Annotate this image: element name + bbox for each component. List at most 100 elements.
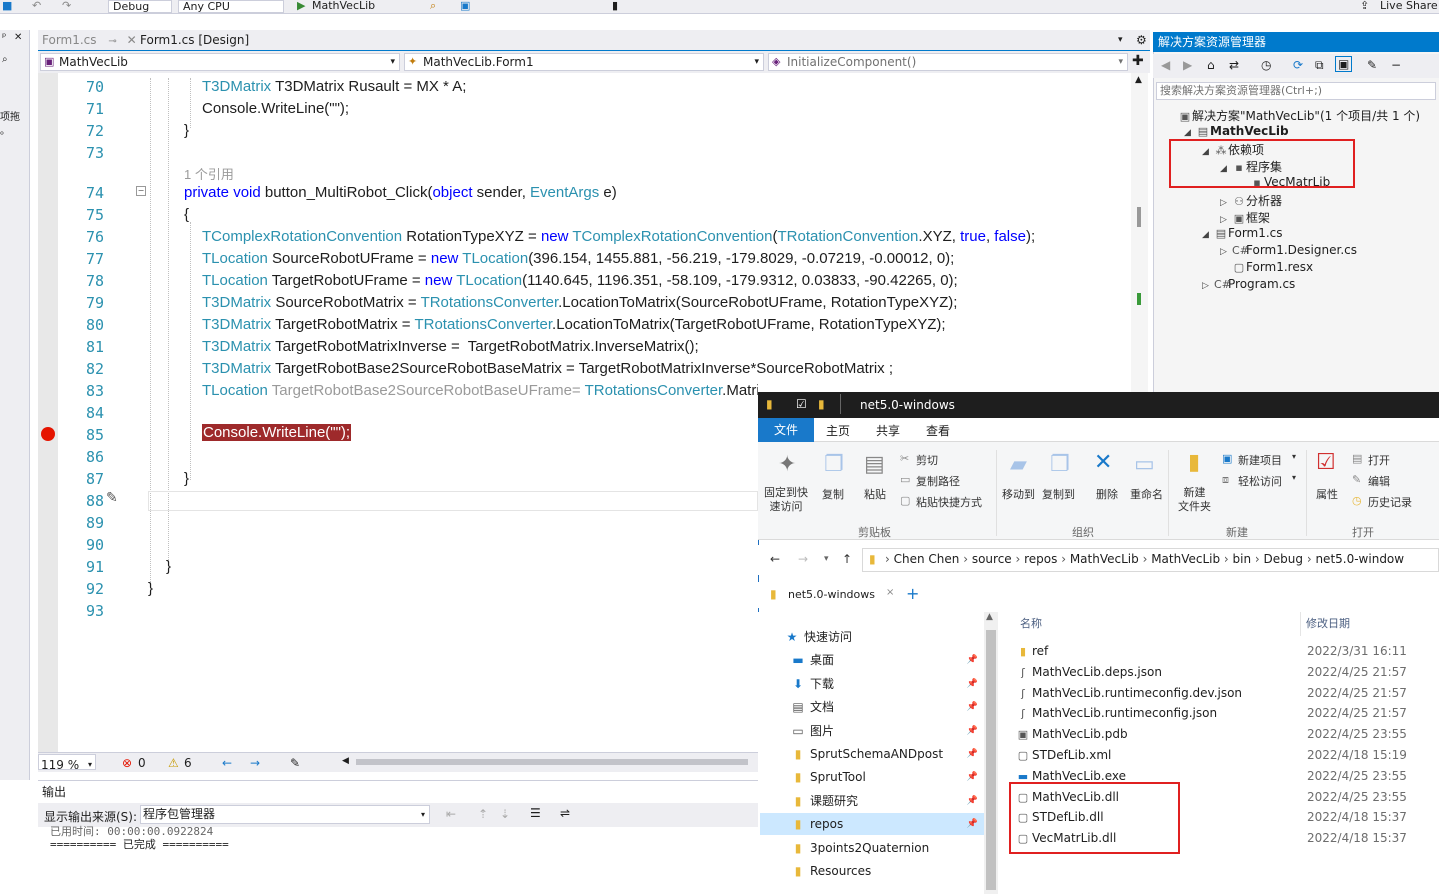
nav-item[interactable]: ▮ 课题研究 📌 xyxy=(760,790,984,812)
solution-search-input[interactable]: 搜索解决方案资源管理器(Ctrl+;) xyxy=(1156,82,1436,100)
scroll-up-icon[interactable]: ▲ xyxy=(1135,75,1142,85)
live-share-icon[interactable]: ⇪ xyxy=(1360,0,1369,12)
file-row[interactable]: ʃ MathVecLib.runtimeconfig.dev.json 2022/4… xyxy=(1014,683,1439,703)
easy-access-button[interactable]: 轻松访问 xyxy=(1238,473,1282,489)
live-share-label[interactable]: Live Share xyxy=(1380,0,1438,12)
solution-tree-item[interactable]: ▣ 解决方案"MathVecLib"(1 个项目/共 1 个) xyxy=(1166,107,1420,124)
forward-icon[interactable]: ▶ xyxy=(1183,58,1192,72)
refresh-icon[interactable]: ⟳ xyxy=(1293,58,1303,72)
new-folder-button[interactable]: 新建 文件夹 xyxy=(1178,486,1211,514)
arrow-left-icon[interactable]: ← xyxy=(222,756,232,770)
new-item-button[interactable]: 新建项目 xyxy=(1238,452,1282,468)
start-target[interactable]: MathVecLib xyxy=(312,0,375,12)
address-bar[interactable]: ▮ › Chen Chen › source › repos › MathVec… xyxy=(862,548,1439,572)
pin-icon[interactable]: 📌 xyxy=(967,813,978,835)
breadcrumb-separator-icon[interactable]: › xyxy=(1251,552,1263,566)
copy-to-button[interactable]: 复制到 xyxy=(1042,486,1075,502)
nav-item[interactable]: ★ 快速访问 xyxy=(760,626,984,648)
properties-button[interactable]: 属性 xyxy=(1316,486,1338,502)
code-line-76[interactable]: TComplexRotationConvention RotationTypeX… xyxy=(202,228,1035,245)
breadcrumb-separator-icon[interactable]: › xyxy=(1220,552,1232,566)
tab-home[interactable]: 主页 xyxy=(826,422,850,439)
error-icon[interactable]: ⊗ xyxy=(122,756,132,770)
breadcrumb-item[interactable]: MathVecLib xyxy=(1151,552,1220,566)
file-row[interactable]: ʃ MathVecLib.runtimeconfig.json 2022/4/25 … xyxy=(1014,703,1439,723)
pin-icon[interactable]: ᵖ xyxy=(2,32,6,43)
code-line-71[interactable]: Console.WriteLine(""); xyxy=(202,100,349,117)
pin-icon[interactable]: 📌 xyxy=(967,673,978,695)
nav-item[interactable]: ▬ 桌面 📌 xyxy=(760,649,984,671)
file-row[interactable]: ʃ MathVecLib.deps.json 2022/4/25 21:57 xyxy=(1014,662,1439,682)
pin-icon[interactable]: ⊸ xyxy=(108,36,116,47)
zoom-combo[interactable]: 119 % ▾ xyxy=(38,754,96,772)
paste-button[interactable]: 粘贴 xyxy=(864,486,886,502)
edit-button[interactable]: 编辑 xyxy=(1368,473,1390,489)
code-line-87[interactable]: } xyxy=(184,470,189,487)
breadcrumb-item[interactable]: net5.0-window xyxy=(1315,552,1404,566)
scroll-thumb[interactable] xyxy=(1137,207,1141,227)
chevron-down-icon[interactable]: ▾ xyxy=(1292,473,1296,482)
open-button[interactable]: 打开 xyxy=(1368,452,1390,468)
undo-icon[interactable]: ↶ xyxy=(32,0,41,12)
breadcrumb-separator-icon[interactable]: › xyxy=(1057,552,1069,566)
config-combo[interactable]: Debug xyxy=(108,0,172,13)
scroll-thumb[interactable] xyxy=(986,630,996,890)
file-row[interactable]: ▣ MathVecLib.pdb 2022/4/25 23:55 xyxy=(1014,724,1439,744)
history-button[interactable]: 历史记录 xyxy=(1368,494,1412,510)
file-row[interactable]: ▢ STDefLib.xml 2022/4/18 15:19 xyxy=(1014,745,1439,765)
code-line-81[interactable]: T3DMatrix TargetRobotMatrixInverse = Tar… xyxy=(202,338,699,355)
breadcrumb-item[interactable]: bin xyxy=(1233,552,1252,566)
breadcrumb-item[interactable]: repos xyxy=(1024,552,1057,566)
pin-icon[interactable]: 📌 xyxy=(967,743,978,765)
start-icon[interactable]: ▶ xyxy=(297,0,305,12)
split-icon[interactable]: ✚ xyxy=(1132,53,1144,69)
collapsed-arrow-icon[interactable]: ▷ xyxy=(1202,281,1214,291)
up-icon[interactable]: ↑ xyxy=(842,552,852,566)
nav-item[interactable]: ▮ 3points2Quaternion xyxy=(760,837,984,859)
code-line-91[interactable]: } xyxy=(166,558,171,575)
codelens-references[interactable]: 1 个引用 xyxy=(184,164,234,183)
brush-icon[interactable]: ✎ xyxy=(290,756,300,770)
pin-quick-access-button[interactable]: 固定到快 速访问 xyxy=(764,486,808,514)
expanded-arrow-icon[interactable]: ◢ xyxy=(1202,230,1214,240)
copy-button[interactable]: 复制 xyxy=(822,486,844,502)
nav-item[interactable]: ⬇ 下载 📌 xyxy=(760,673,984,695)
solution-tree-item[interactable]: ◢ ▤ Form1.cs xyxy=(1202,226,1283,240)
properties-icon[interactable]: ✎ xyxy=(1367,58,1377,72)
find-next-icon[interactable]: ⇣ xyxy=(500,807,510,821)
member-combo[interactable]: ◈ InitializeComponent() ▾ xyxy=(768,53,1128,71)
prev-message-icon[interactable]: ⇤ xyxy=(446,807,456,821)
settings-icon[interactable]: ⚙ xyxy=(1132,30,1151,50)
expanded-arrow-icon[interactable]: ◢ xyxy=(1184,128,1196,138)
code-line-92[interactable]: } xyxy=(148,580,153,597)
file-row[interactable]: ▮ ref 2022/3/31 16:11 xyxy=(1014,641,1439,661)
code-line-78[interactable]: TLocation TargetRobotUFrame = new TLocat… xyxy=(202,272,958,289)
column-name[interactable]: 名称 xyxy=(1020,615,1042,631)
breadcrumb-item[interactable]: Debug xyxy=(1264,552,1303,566)
arrow-right-icon[interactable]: → xyxy=(250,756,260,770)
tab-dropdown-icon[interactable]: ▾ xyxy=(1114,30,1127,50)
solution-tree-item[interactable]: ▷ C#Program.cs xyxy=(1202,277,1295,291)
collapsed-arrow-icon[interactable]: ▷ xyxy=(1220,198,1232,208)
solution-tree-item[interactable]: ▷ C#Form1.Designer.cs xyxy=(1220,243,1357,257)
code-line-70[interactable]: T3DMatrix T3DMatrix Rusault = MX * A; xyxy=(202,78,466,95)
pin-icon[interactable]: 📌 xyxy=(967,766,978,788)
show-all-files-icon[interactable]: ▣ xyxy=(1335,56,1353,72)
project-combo[interactable]: ▣ MathVecLib ▾ xyxy=(40,53,400,71)
code-line-85-breakpoint[interactable]: Console.WriteLine(""); xyxy=(202,424,352,441)
scroll-up-icon[interactable]: ▲ xyxy=(986,612,993,622)
breadcrumb-separator-icon[interactable]: › xyxy=(885,552,894,566)
code-line-82[interactable]: T3DMatrix TargetRobotBase2SourceRobotBas… xyxy=(202,360,893,377)
chevron-down-icon[interactable]: ▾ xyxy=(1292,452,1296,461)
scroll-left-icon[interactable]: ◀ xyxy=(342,756,349,766)
nav-item[interactable]: ▭ 图片 📌 xyxy=(760,720,984,742)
word-wrap-icon[interactable]: ⇌ xyxy=(560,806,570,820)
nav-item[interactable]: ▤ 文档 📌 xyxy=(760,696,984,718)
collapse-icon[interactable]: − xyxy=(136,186,146,196)
solution-tree-item[interactable]: ▷ ⚇ 分析器 xyxy=(1220,192,1282,209)
nav-item[interactable]: ▮ repos 📌 xyxy=(760,813,984,836)
bookmark-icon[interactable]: ▮ xyxy=(612,0,618,12)
folder-tab[interactable]: net5.0-windows xyxy=(788,588,875,601)
code-line-80[interactable]: T3DMatrix TargetRobotMatrix = TRotations… xyxy=(202,316,946,333)
solution-tree-item[interactable]: ▷ ▣ 框架 xyxy=(1220,209,1270,226)
